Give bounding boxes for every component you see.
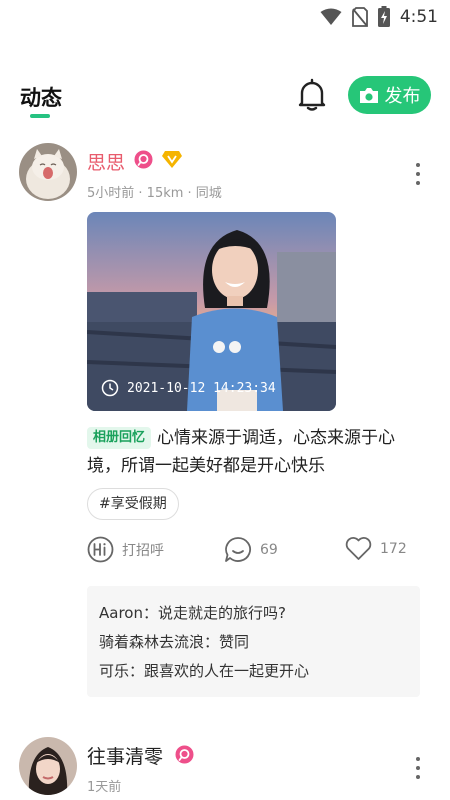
album-memory-tag[interactable]: 相册回忆 [87,427,152,449]
wifi-icon [320,8,342,25]
comment-bubble-icon [225,537,251,562]
post-button[interactable]: 发布 [348,76,431,114]
verified-badge-icon [134,150,153,169]
username[interactable]: 往事清零 [87,742,163,769]
verified-badge-icon [175,745,194,764]
hi-icon [87,536,114,563]
comment-text: 跟喜欢的人在一起更开心 [144,662,310,680]
comment-item: Aaron：说走就走的旅行吗? [99,599,408,628]
greet-button[interactable]: 打招呼 [87,536,164,563]
girl-avatar-image [19,737,77,795]
tab-feed[interactable]: 动态 [20,82,62,112]
more-options-icon[interactable] [412,756,424,780]
comments-box[interactable]: Aaron：说走就走的旅行吗? 骑着森林去流浪：赞同 可乐：跟喜欢的人在一起更开… [87,586,420,697]
post-actions: 打招呼 69 172 [87,536,417,570]
username[interactable]: 思思 [87,148,125,175]
comment-text: 说走就走的旅行吗? [158,604,286,622]
header: 动态 发布 [0,70,450,125]
vip-gem-icon [162,151,182,168]
comment-separator: ： [129,662,145,680]
post-photo[interactable]: 2021-10-12 14:23:34 [87,212,336,411]
photo-timestamp-text: 2021-10-12 14:23:34 [127,380,276,396]
bell-icon[interactable] [296,78,328,112]
status-bar: 4:51 [0,0,450,34]
comment-count: 69 [260,541,278,558]
post-button-label: 发布 [384,86,421,107]
comment-button[interactable]: 69 [224,536,278,563]
comment-separator: ： [204,633,220,651]
tab-indicator [30,114,50,118]
post-meta: 5小时前 · 15km · 同城 [87,186,222,201]
battery-charging-icon [377,6,390,27]
avatar[interactable] [19,737,77,795]
camera-icon [359,88,378,103]
like-count: 172 [380,540,407,557]
comment-item: 骑着森林去流浪：赞同 [99,628,408,657]
avatar[interactable] [19,143,77,201]
comment-author: 可乐 [99,662,130,680]
status-time: 4:51 [399,6,438,27]
greet-label: 打招呼 [122,542,164,559]
comment-author: 骑着森林去流浪 [99,633,205,651]
post-text: 相册回忆 心情来源于调适，心态来源于心境，所谓一起美好都是开心快乐 [87,424,422,480]
heart-icon [345,537,372,560]
comment-separator: ： [142,604,158,622]
comment-author: Aaron [99,604,143,622]
comment-item: 可乐：跟喜欢的人在一起更开心 [99,657,408,686]
cat-avatar-image [19,143,77,201]
clock-icon [101,379,119,397]
comment-text: 赞同 [219,633,250,651]
like-button[interactable]: 172 [345,536,407,561]
photo-timestamp: 2021-10-12 14:23:34 [101,379,276,397]
more-options-icon[interactable] [412,162,424,186]
no-sim-icon [351,6,368,27]
hashtag-chip[interactable]: #享受假期 [87,488,179,520]
post-meta: 1天前 [87,780,122,795]
